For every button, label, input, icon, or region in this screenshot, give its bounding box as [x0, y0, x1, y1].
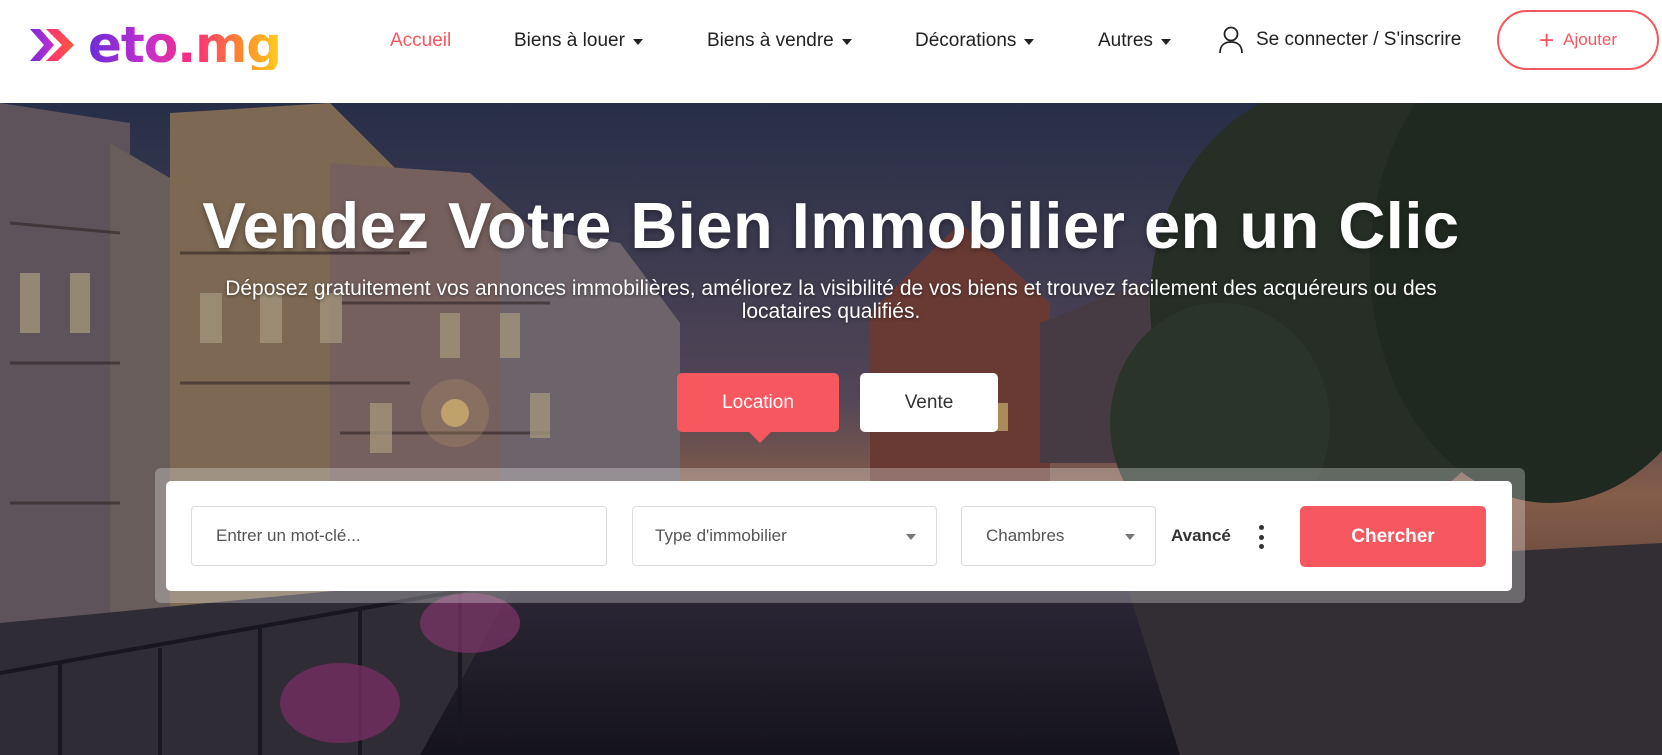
- search-button[interactable]: Chercher: [1300, 506, 1486, 567]
- caret-down-icon: [1024, 39, 1035, 45]
- caret-down-icon: [841, 39, 852, 45]
- dropdown-arrow-icon: [906, 534, 916, 540]
- kebab-icon[interactable]: [1256, 525, 1266, 549]
- hero-title: Vendez Votre Bien Immobilier en un Clic: [202, 189, 1460, 262]
- tab-location-label: Location: [722, 391, 794, 413]
- site-header: eto.mg Accueil Biens à louer Biens à ven…: [0, 0, 1662, 103]
- property-type-select[interactable]: Type d'immobilier: [632, 506, 937, 566]
- add-listing-label: Ajouter: [1563, 30, 1618, 49]
- add-listing-button[interactable]: + Ajouter: [1497, 10, 1659, 70]
- login-link[interactable]: Se connecter / S'inscrire: [1218, 24, 1461, 56]
- keyword-input[interactable]: Entrer un mot-clé...: [191, 506, 607, 566]
- nav-biens-a-vendre-label: Biens à vendre: [707, 30, 834, 51]
- caret-down-icon: [1160, 39, 1171, 45]
- nav-biens-a-louer-label: Biens à louer: [514, 30, 625, 51]
- tab-vente[interactable]: Vente: [860, 373, 998, 432]
- logo-chevrons-icon: [30, 29, 74, 61]
- plus-icon: +: [1538, 25, 1555, 55]
- rooms-select[interactable]: Chambres: [961, 506, 1156, 566]
- search-button-label: Chercher: [1351, 525, 1435, 547]
- dropdown-arrow-icon: [1125, 534, 1135, 540]
- caret-down-icon: [632, 39, 643, 45]
- nav-biens-a-vendre[interactable]: Biens à vendre: [707, 28, 852, 54]
- nav-decorations[interactable]: Décorations: [915, 28, 1035, 54]
- nav-accueil-label: Accueil: [390, 30, 452, 51]
- nav-autres[interactable]: Autres: [1098, 28, 1171, 54]
- nav-accueil[interactable]: Accueil: [390, 28, 451, 54]
- hero-subtitle: Déposez gratuitement vos annonces immobi…: [225, 277, 1437, 323]
- logo-text: eto.mg: [88, 16, 282, 74]
- nav-decorations-label: Décorations: [915, 30, 1017, 51]
- tab-vente-label: Vente: [904, 391, 954, 413]
- keyword-placeholder: Entrer un mot-clé...: [216, 526, 361, 545]
- login-label: Se connecter / S'inscrire: [1256, 29, 1462, 50]
- nav-biens-a-louer[interactable]: Biens à louer: [514, 28, 643, 54]
- property-type-value: Type d'immobilier: [655, 526, 787, 545]
- site-logo[interactable]: eto.mg: [30, 14, 282, 76]
- nav-autres-label: Autres: [1098, 30, 1153, 51]
- tab-location[interactable]: Location: [677, 373, 839, 443]
- advanced-search-toggle[interactable]: Avancé: [1171, 526, 1231, 546]
- user-icon: [1219, 26, 1243, 54]
- rooms-value: Chambres: [986, 526, 1065, 545]
